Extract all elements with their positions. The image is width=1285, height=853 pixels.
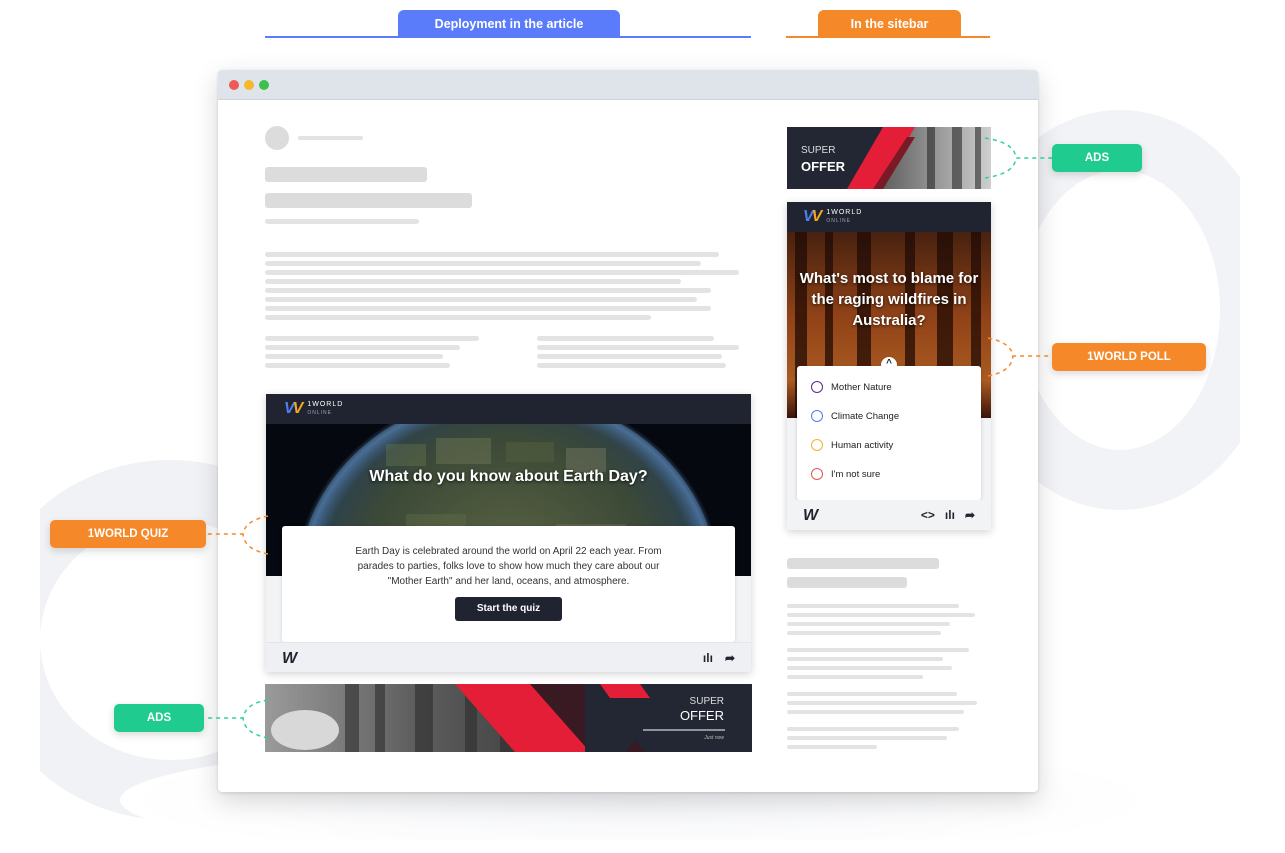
- column-line: [537, 363, 726, 368]
- sidebar-line: [787, 604, 959, 608]
- column-line: [265, 354, 443, 359]
- poll-header: VV 1WORLD ONLINE: [787, 202, 991, 232]
- brand-name: 1WORLD ONLINE: [307, 401, 344, 416]
- ad-sidebar-line2: OFFER: [801, 159, 846, 174]
- poll-option-label: Climate Change: [831, 410, 900, 422]
- 1world-w-logo-icon: W: [282, 650, 297, 667]
- paragraph-line: [265, 315, 651, 320]
- banner-ad-sidebar[interactable]: SUPER OFFER: [787, 127, 991, 189]
- callout-1world-quiz: 1WORLD QUIZ: [50, 520, 206, 548]
- column-line: [537, 354, 722, 359]
- column-line: [537, 336, 714, 341]
- callout-1world-poll: 1WORLD POLL: [1052, 343, 1206, 371]
- author-avatar-placeholder: [265, 126, 289, 150]
- sidebar-line: [787, 622, 950, 626]
- subline-placeholder: [265, 219, 419, 224]
- sidebar-line: [787, 613, 975, 617]
- brand-name: 1WORLD ONLINE: [826, 209, 863, 224]
- poll-option-label: Human activity: [831, 439, 894, 451]
- headline-placeholder-1: [265, 167, 427, 182]
- callout-ads-article: ADS: [114, 704, 204, 732]
- paragraph-line: [265, 306, 711, 311]
- ad-bottom-line3: Just now: [704, 735, 724, 741]
- paragraph-line: [265, 297, 697, 302]
- stats-icon[interactable]: ılı: [945, 508, 955, 522]
- browser-titlebar: [218, 70, 1038, 100]
- paragraph-line: [265, 279, 681, 284]
- paragraph-line: [265, 270, 739, 275]
- column-line: [265, 345, 460, 350]
- paragraph-line: [265, 252, 719, 257]
- column-line: [537, 345, 739, 350]
- sidebar-line: [787, 727, 959, 731]
- callout-ads-sidebar: ADS: [1052, 144, 1142, 172]
- 1world-logo-icon: VV: [803, 208, 822, 225]
- quiz-footer-actions: ılı ➦: [703, 651, 735, 665]
- browser-window: VV 1WORLD ONLINE What do you know about …: [218, 70, 1038, 792]
- maximize-dot-icon[interactable]: [259, 80, 269, 90]
- sidebar-heading-placeholder-1: [787, 558, 939, 569]
- chevron-up-icon[interactable]: ^: [881, 357, 897, 373]
- sidebar-heading-placeholder-2: [787, 577, 907, 588]
- sidebar-line: [787, 701, 977, 705]
- quiz-header: VV 1WORLD ONLINE: [266, 394, 751, 424]
- poll-option[interactable]: Mother Nature: [811, 380, 892, 394]
- ad-sidebar-line1: SUPER: [801, 145, 836, 156]
- stats-icon[interactable]: ılı: [703, 651, 713, 665]
- sidebar-line: [787, 745, 877, 749]
- sidebar-line: [787, 692, 957, 696]
- paragraph-line: [265, 261, 701, 266]
- radio-icon: [811, 381, 823, 393]
- quiz-intro-panel: Earth Day is celebrated around the world…: [282, 526, 735, 642]
- 1world-logo-icon: VV: [284, 400, 303, 417]
- embed-code-icon[interactable]: <>: [921, 508, 935, 522]
- poll-option-label: Mother Nature: [831, 381, 892, 393]
- sidebar-line: [787, 666, 952, 670]
- poll-options-panel: ^ Mother Nature Climate Change Human act…: [797, 357, 981, 500]
- minimize-dot-icon[interactable]: [244, 80, 254, 90]
- radio-icon: [811, 410, 823, 422]
- ad-bottom-line1: SUPER: [689, 696, 724, 707]
- ad-sidebar-artwork: [787, 127, 991, 189]
- poll-option[interactable]: I'm not sure: [811, 467, 880, 481]
- poll-option[interactable]: Human activity: [811, 438, 893, 452]
- column-line: [265, 336, 479, 341]
- poll-option[interactable]: Climate Change: [811, 409, 899, 423]
- sidebar-line: [787, 710, 964, 714]
- sidebar-line: [787, 631, 941, 635]
- headline-placeholder-2: [265, 193, 472, 208]
- banner-ad-bottom[interactable]: SUPER OFFER Just now: [265, 684, 752, 752]
- poll-option-label: I'm not sure: [831, 468, 881, 480]
- tab-in-the-sitebar[interactable]: In the sitebar: [818, 10, 961, 38]
- sidebar-line: [787, 648, 969, 652]
- radio-icon: [811, 468, 823, 480]
- column-line: [265, 363, 450, 368]
- quiz-footer: W ılı ➦: [266, 642, 751, 672]
- poll-question: What's most to blame for the raging wild…: [799, 270, 979, 329]
- share-icon[interactable]: ➦: [965, 508, 975, 522]
- poll-footer-actions: <> ılı ➦: [921, 508, 975, 522]
- paragraph-line: [265, 288, 711, 293]
- author-name-placeholder: [298, 136, 363, 140]
- ad-bottom-line2: OFFER: [679, 708, 724, 723]
- radio-icon: [811, 439, 823, 451]
- tab-deployment-in-article[interactable]: Deployment in the article: [398, 10, 620, 38]
- sidebar-line: [787, 736, 947, 740]
- sidebar-line: [787, 657, 943, 661]
- share-icon[interactable]: ➦: [725, 651, 735, 665]
- ad-bottom-artwork: [265, 684, 752, 752]
- start-quiz-button[interactable]: Start the quiz: [455, 597, 562, 621]
- quiz-widget[interactable]: VV 1WORLD ONLINE What do you know about …: [266, 394, 751, 672]
- poll-footer: W <> ılı ➦: [787, 500, 991, 530]
- quiz-title: What do you know about Earth Day?: [369, 468, 648, 485]
- quiz-description: Earth Day is celebrated around the world…: [355, 546, 662, 587]
- 1world-w-logo-icon: W: [803, 507, 818, 524]
- sidebar-line: [787, 675, 923, 679]
- poll-widget[interactable]: VV 1WORLD ONLINE What's most to blame fo…: [787, 202, 991, 530]
- close-dot-icon[interactable]: [229, 80, 239, 90]
